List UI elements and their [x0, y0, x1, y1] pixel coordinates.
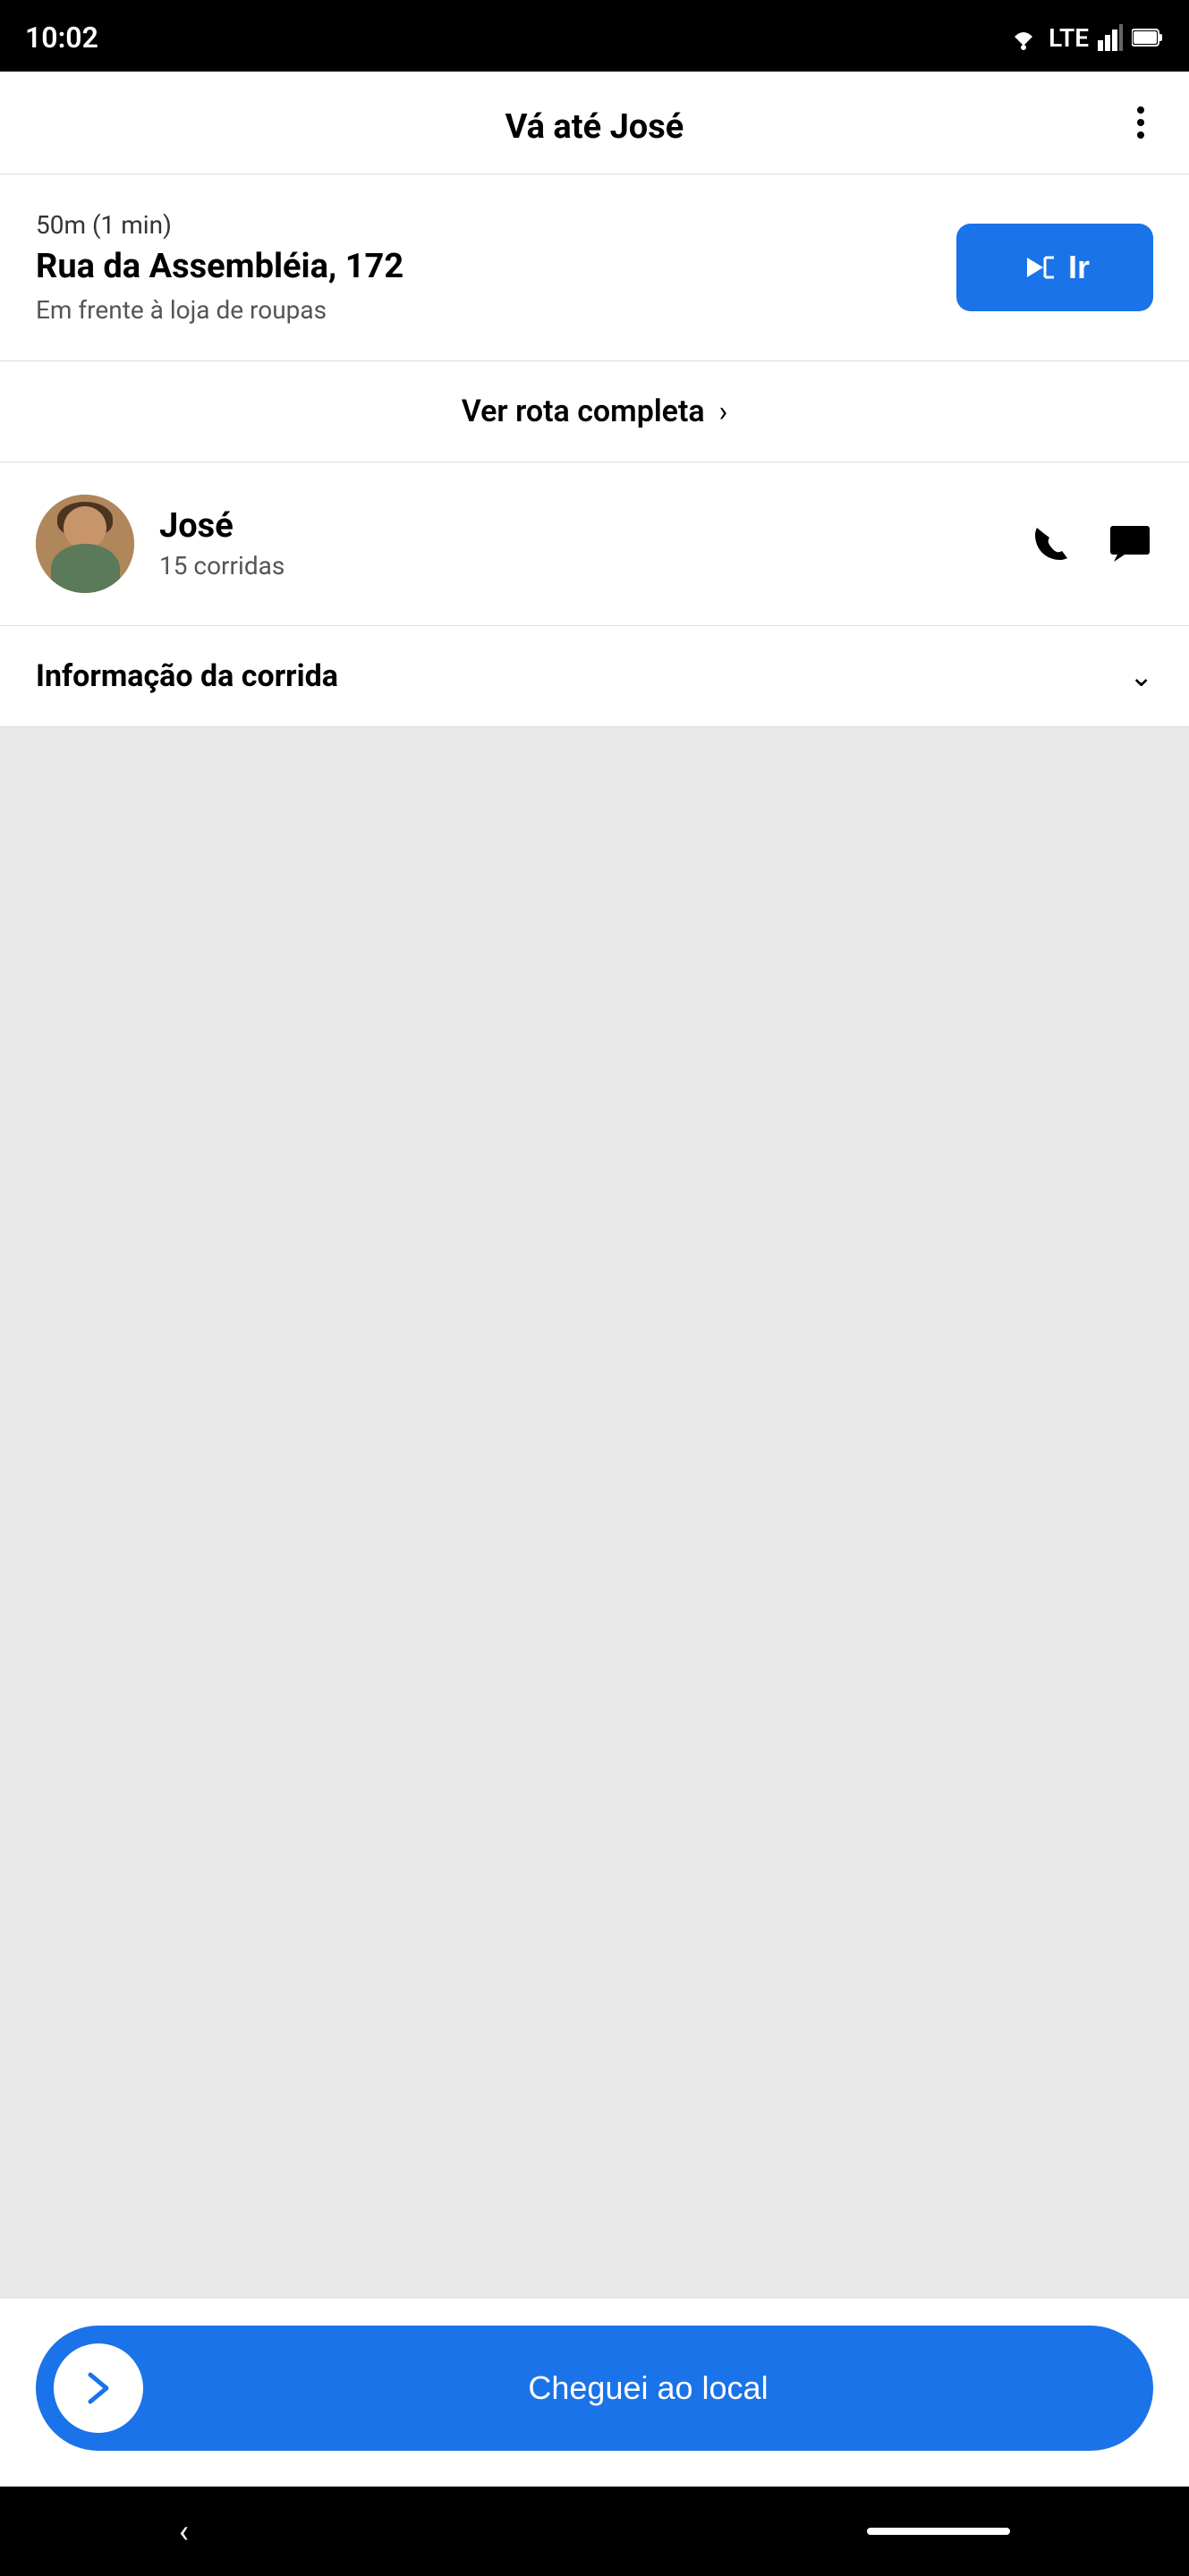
- chevron-down-icon: ⌄: [1129, 659, 1153, 693]
- arrived-button[interactable]: Cheguei ao local: [36, 2326, 1153, 2451]
- nav-hint: Em frente à loja de roupas: [36, 295, 930, 325]
- status-time: 10:02: [25, 21, 98, 55]
- status-icons: LTE: [1007, 23, 1164, 53]
- view-full-route-button[interactable]: Ver rota completa ›: [0, 361, 1189, 462]
- navigation-arrows-icon: [1020, 249, 1057, 286]
- navigation-card: 50m (1 min) Rua da Assembléia, 172 Em fr…: [0, 174, 1189, 361]
- dot2: [1137, 119, 1144, 126]
- route-link-text: Ver rota completa: [462, 394, 705, 429]
- dot3: [1137, 131, 1144, 139]
- passenger-photo: [36, 495, 134, 593]
- lte-label: LTE: [1049, 23, 1089, 53]
- head: [64, 506, 106, 549]
- trip-info-section[interactable]: Informação da corrida ⌄: [0, 626, 1189, 727]
- nav-address: Rua da Assembléia, 172: [36, 247, 930, 288]
- status-bar: 10:02 LTE: [0, 0, 1189, 72]
- arrived-chevron-icon: [54, 2343, 143, 2433]
- arrived-button-label: Cheguei ao local: [161, 2369, 1135, 2407]
- map-area: [0, 727, 1189, 2299]
- home-indicator[interactable]: [867, 2528, 1010, 2535]
- call-button[interactable]: [1028, 521, 1074, 567]
- avatar: [36, 495, 134, 593]
- passenger-rides: 15 corridas: [159, 551, 1003, 580]
- passenger-section: José 15 corridas: [0, 462, 1189, 626]
- more-options-button[interactable]: [1128, 97, 1153, 148]
- app-container: Vá até José 50m (1 min) Rua da Assembléi…: [0, 72, 1189, 2487]
- passenger-name: José: [159, 506, 1003, 546]
- back-button[interactable]: ‹: [179, 2512, 189, 2550]
- page-title: Vá até José: [505, 107, 684, 147]
- contact-icons: [1028, 521, 1153, 567]
- chevron-right-icon: [76, 2366, 121, 2411]
- body: [51, 544, 120, 593]
- nav-eta: 50m (1 min): [36, 210, 930, 240]
- message-button[interactable]: [1107, 521, 1153, 567]
- signal-icon: [1098, 24, 1123, 51]
- bottom-section: Cheguei ao local: [0, 2299, 1189, 2487]
- battery-icon: [1132, 28, 1164, 47]
- trip-info-label: Informação da corrida: [36, 658, 338, 694]
- dot1: [1137, 106, 1144, 114]
- phone-icon: [1028, 521, 1074, 567]
- header: Vá até José: [0, 72, 1189, 174]
- chat-icon: [1107, 521, 1153, 567]
- nav-info: 50m (1 min) Rua da Assembléia, 172 Em fr…: [36, 210, 930, 325]
- passenger-info: José 15 corridas: [159, 506, 1003, 580]
- go-button[interactable]: Ir: [956, 224, 1153, 311]
- bottom-nav-bar: ‹: [0, 2487, 1189, 2576]
- wifi-icon: [1007, 24, 1040, 51]
- arrows-icon: [1020, 249, 1057, 286]
- go-button-label: Ir: [1068, 249, 1090, 286]
- chevron-right-icon: ›: [719, 394, 728, 428]
